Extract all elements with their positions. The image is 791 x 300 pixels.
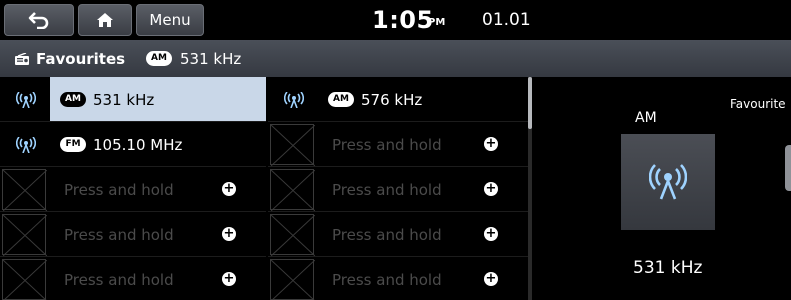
menu-button[interactable]: Menu [136, 4, 204, 36]
now-playing-frequency: 531 kHz [633, 258, 703, 278]
add-favourite-plus-icon[interactable]: + [484, 272, 498, 286]
favourite-slot-icon-cell [0, 212, 48, 257]
favourite-slot-icon-cell [268, 77, 316, 122]
favourites-grid: AM 531 kHz FM 105.10 MHz Press and hold + Pres… [0, 77, 530, 300]
radio-wave-icon [16, 137, 36, 153]
favourite-slot[interactable]: Press and hold + [318, 167, 528, 212]
empty-slot-icon [270, 214, 316, 257]
radio-wave-icon [16, 92, 36, 108]
scroll-thumb[interactable] [528, 77, 532, 129]
favourite-slot-icon-cell [268, 212, 316, 257]
favourite-slot-icon-cell [268, 167, 316, 212]
press-and-hold-hint: Press and hold [64, 226, 174, 244]
favourite-slot[interactable]: AM 531 kHz [50, 77, 266, 122]
title-bar: Favourites AM 531 kHz [0, 40, 791, 77]
station-frequency: 576 kHz [361, 91, 423, 109]
empty-slot-icon [270, 259, 316, 300]
now-playing-band: AM [635, 110, 657, 126]
favourite-slot[interactable]: Press and hold + [318, 212, 528, 257]
empty-slot-icon [2, 214, 48, 257]
favourite-slot[interactable]: Press and hold + [50, 167, 266, 212]
favourite-slot-icon-cell [0, 77, 48, 122]
add-favourite-plus-icon[interactable]: + [222, 272, 236, 286]
radio-wave-icon [284, 92, 304, 108]
favourites-label: Favourite [730, 97, 786, 111]
home-button[interactable] [78, 4, 132, 36]
radio-wave-icon [649, 164, 687, 200]
band-badge: FM [60, 137, 86, 152]
empty-slot-icon [2, 259, 48, 300]
band-badge: AM [60, 92, 86, 107]
favourite-slot-icon-cell [0, 257, 48, 300]
station-artwork [621, 134, 715, 230]
home-icon [97, 13, 113, 27]
press-and-hold-hint: Press and hold [64, 181, 174, 199]
current-frequency: 531 kHz [180, 50, 242, 68]
add-favourite-plus-icon[interactable]: + [484, 137, 498, 151]
favourite-slot-icon-cell [0, 167, 48, 212]
clock-time: 1:05 [372, 6, 434, 34]
scrollbar[interactable] [528, 77, 532, 300]
press-and-hold-hint: Press and hold [332, 181, 442, 199]
favourite-slot-icon-cell [0, 122, 48, 167]
band-badge: AM [328, 92, 354, 107]
radio-icon [15, 53, 29, 65]
favourite-slot[interactable]: Press and hold + [50, 212, 266, 257]
add-favourite-plus-icon[interactable]: + [484, 227, 498, 241]
station-frequency: 105.10 MHz [93, 136, 183, 154]
favourite-slot[interactable]: Press and hold + [318, 257, 528, 300]
now-playing-panel: AM Favourite 531 kHz [535, 77, 791, 300]
press-and-hold-hint: Press and hold [64, 271, 174, 289]
back-arrow-icon [28, 12, 49, 29]
side-panel-handle[interactable] [785, 145, 791, 191]
favourite-slot[interactable]: Press and hold + [50, 257, 266, 300]
favourite-slot-icon-cell [268, 257, 316, 300]
add-favourite-plus-icon[interactable]: + [222, 182, 236, 196]
favourite-slot[interactable]: Press and hold + [318, 122, 528, 167]
page-title: Favourites [36, 50, 126, 68]
press-and-hold-hint: Press and hold [332, 136, 442, 154]
back-button[interactable] [4, 4, 74, 36]
favourite-slot[interactable]: AM 576 kHz [318, 77, 528, 122]
favourite-slot-icon-cell [268, 122, 316, 167]
add-favourite-plus-icon[interactable]: + [222, 227, 236, 241]
empty-slot-icon [2, 169, 48, 212]
favourite-slot[interactable]: FM 105.10 MHz [50, 122, 266, 167]
empty-slot-icon [270, 169, 316, 212]
press-and-hold-hint: Press and hold [332, 271, 442, 289]
clock-ampm: PM [428, 17, 446, 28]
date-display: 01.01 [482, 10, 531, 30]
band-badge: AM [146, 51, 172, 66]
station-frequency: 531 kHz [93, 91, 155, 109]
empty-slot-icon [270, 124, 316, 167]
status-bar: Menu 1:05 PM 01.01 [0, 0, 791, 40]
add-favourite-plus-icon[interactable]: + [484, 182, 498, 196]
press-and-hold-hint: Press and hold [332, 226, 442, 244]
